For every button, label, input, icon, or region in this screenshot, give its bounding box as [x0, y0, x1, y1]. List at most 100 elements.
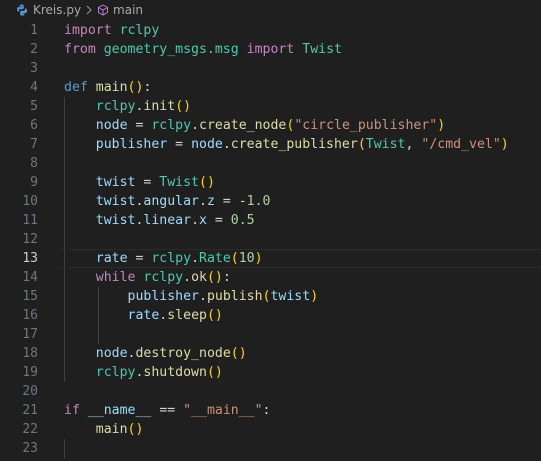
code-token: Twist	[365, 137, 406, 152]
line-number: 20	[22, 384, 38, 399]
code-token: )	[500, 137, 509, 152]
code-line[interactable]: 7 publisher = node.create_publisher(Twis…	[0, 135, 541, 154]
code-token: publish	[206, 289, 263, 304]
code-text: twist = Twist()	[64, 173, 215, 192]
code-line[interactable]: 23	[0, 439, 541, 458]
line-number: 5	[30, 99, 38, 114]
line-number: 14	[22, 270, 38, 285]
code-token: .	[191, 213, 200, 228]
code-token: (	[357, 137, 366, 152]
code-text: rclpy.init()	[64, 97, 191, 116]
code-line[interactable]: 22 main()	[0, 420, 541, 439]
code-token: ok	[191, 270, 207, 285]
line-number: 16	[22, 308, 38, 323]
code-token: =	[167, 137, 192, 152]
code-token: linear	[143, 213, 192, 228]
code-editor[interactable]: 1 import rclpy 2 from geometry_msgs.msg imp…	[0, 21, 541, 461]
code-line[interactable]: 1 import rclpy	[0, 21, 541, 40]
code-line[interactable]: 11 twist.linear.x = 0.5	[0, 211, 541, 230]
code-line[interactable]: 19 rclpy.shutdown()	[0, 363, 541, 382]
code-line[interactable]: 20	[0, 382, 541, 401]
code-text: def main():	[64, 78, 151, 97]
code-token: main	[95, 80, 128, 95]
line-number: 10	[22, 194, 38, 209]
code-token: twist	[95, 175, 136, 190]
code-token: :	[262, 403, 271, 418]
code-token: rclpy	[119, 23, 160, 38]
code-token: create_publisher	[230, 137, 358, 152]
code-token: create_node	[199, 118, 287, 133]
code-token: import	[246, 42, 295, 57]
code-line[interactable]: 15 publisher.publish(twist)	[0, 287, 541, 306]
breadcrumb: Kreis.py main	[0, 0, 541, 20]
code-line[interactable]: 10 twist.angular.z = -1.0	[0, 192, 541, 211]
code-token: (	[230, 251, 239, 266]
code-text: twist.linear.x = 0.5	[64, 211, 255, 230]
code-line[interactable]: 6 node = rclpy.create_node("circle_publi…	[0, 116, 541, 135]
code-token: .	[222, 137, 231, 152]
code-token: .	[199, 194, 207, 209]
code-line[interactable]: 13 rate = rclpy.Rate(10)	[0, 249, 541, 268]
code-text: publisher = node.create_publisher(Twist,…	[64, 135, 509, 154]
code-line[interactable]: 21 if __name__ == "__main__":	[0, 401, 541, 420]
code-text: if __name__ == "__main__":	[64, 401, 271, 420]
code-token: rclpy	[95, 365, 136, 380]
code-token: while	[95, 270, 136, 285]
code-line[interactable]: 17	[0, 325, 541, 344]
line-number: 21	[22, 403, 38, 418]
breadcrumb-file[interactable]: Kreis.py	[33, 3, 81, 17]
line-number: 18	[22, 346, 38, 361]
code-line[interactable]: 12	[0, 230, 541, 249]
code-token: shutdown	[143, 365, 207, 380]
code-line[interactable]: 4 def main():	[0, 78, 541, 97]
code-token: twist	[95, 213, 136, 228]
code-token: "circle_publisher"	[294, 118, 438, 133]
line-number: 1	[30, 23, 38, 38]
code-text: rate.sleep()	[64, 306, 223, 325]
code-text: while rclpy.ok():	[64, 268, 231, 287]
code-token: "/cmd_vel"	[421, 137, 501, 152]
code-line[interactable]: 2 from geometry_msgs.msg import Twist	[0, 40, 541, 59]
code-line[interactable]: 16 rate.sleep()	[0, 306, 541, 325]
code-token: ()	[230, 346, 247, 361]
code-line[interactable]: 14 while rclpy.ok():	[0, 268, 541, 287]
line-number: 4	[30, 80, 38, 95]
code-token: import	[64, 23, 112, 38]
code-text: node = rclpy.create_node("circle_publish…	[64, 116, 445, 135]
code-line[interactable]: 9 twist = Twist()	[0, 173, 541, 192]
code-token: def	[64, 80, 88, 95]
code-token: )	[254, 251, 263, 266]
code-token: node	[95, 118, 128, 133]
code-token: ()	[206, 365, 223, 380]
code-token: if	[64, 403, 80, 418]
line-number: 8	[30, 156, 38, 171]
code-token: =	[127, 251, 152, 266]
code-text: import rclpy	[64, 21, 159, 40]
breadcrumb-symbol[interactable]: main	[113, 3, 143, 17]
code-token: =	[135, 175, 160, 190]
code-token: twist	[270, 289, 311, 304]
code-token: z	[206, 194, 215, 209]
code-line[interactable]: 18 node.destroy_node()	[0, 344, 541, 363]
code-text: rate = rclpy.Rate(10)	[64, 249, 263, 268]
code-token: ()	[199, 175, 215, 190]
code-token: 0.5	[230, 213, 255, 228]
code-line[interactable]: 5 rclpy.init()	[0, 97, 541, 116]
code-line[interactable]: 3	[0, 59, 541, 78]
code-token: ()	[206, 270, 223, 285]
code-line[interactable]: 8	[0, 154, 541, 173]
code-token: 10	[238, 251, 255, 266]
line-number: 3	[30, 61, 38, 76]
code-token: sleep	[167, 308, 207, 323]
code-token: rate	[127, 308, 160, 323]
